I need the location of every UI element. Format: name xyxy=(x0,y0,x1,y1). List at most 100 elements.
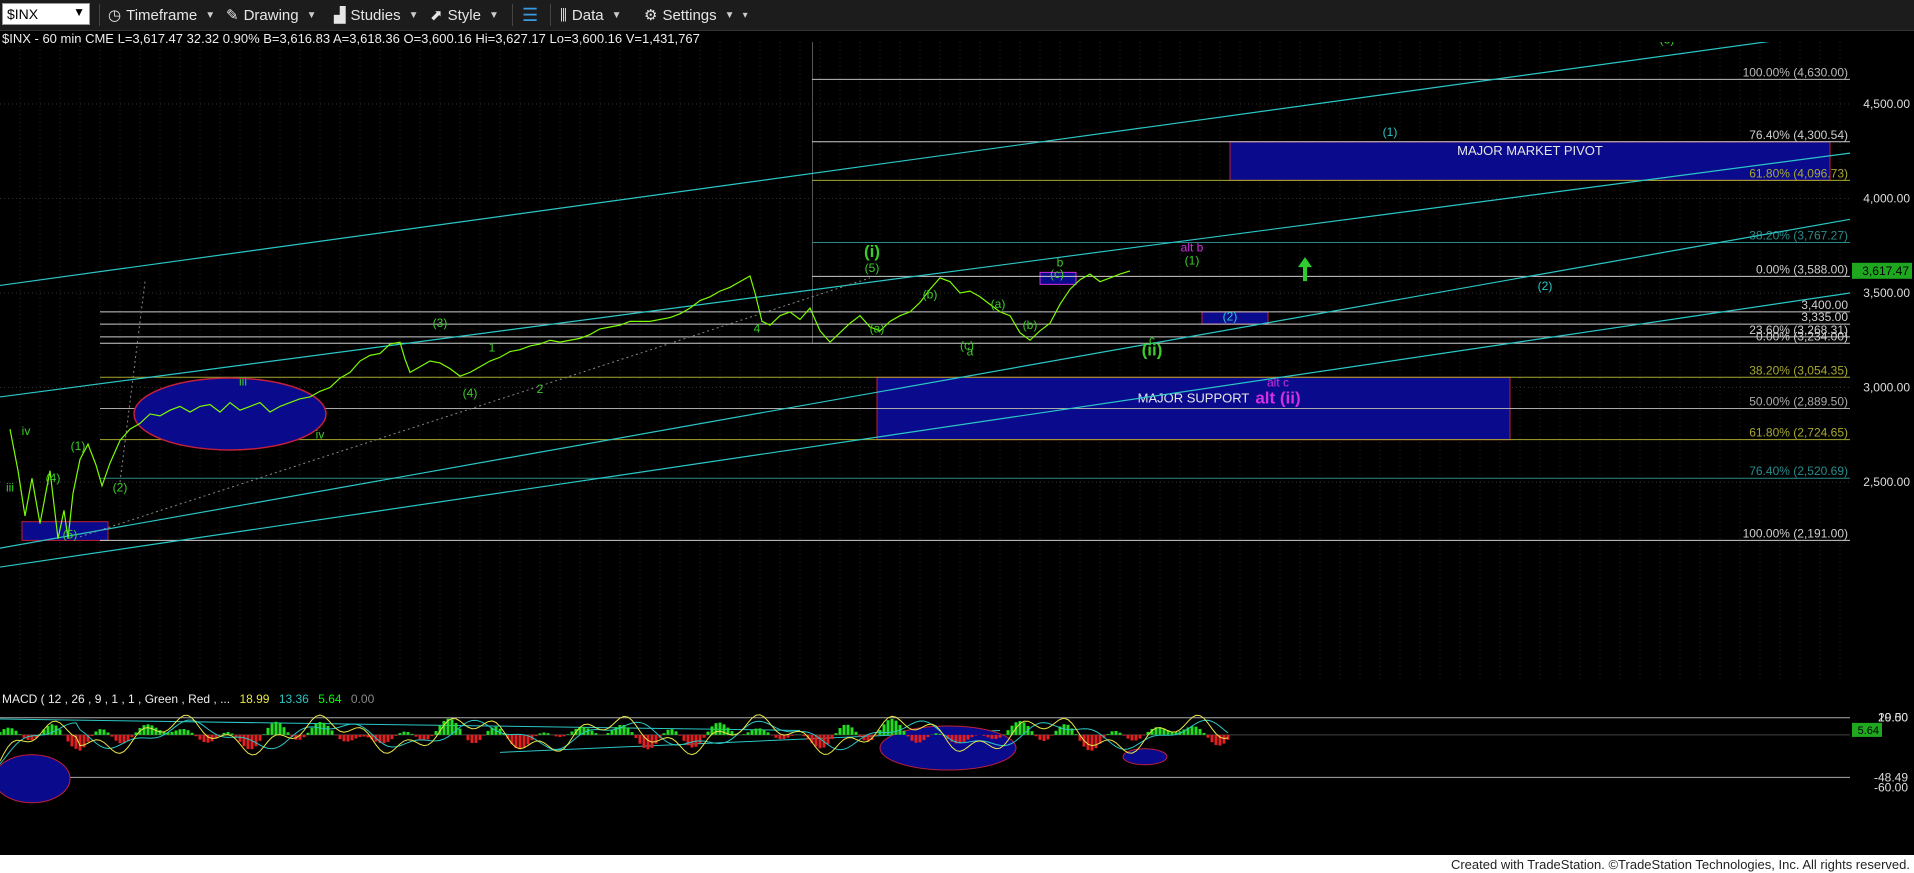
wave-label: (c) xyxy=(1050,267,1064,281)
divider xyxy=(550,4,551,26)
price-tick-label: 4,500.00 xyxy=(1863,97,1910,111)
fib-label: 0.00% (3,234.00) xyxy=(1756,329,1848,343)
wave-label: (5) xyxy=(63,528,78,542)
macd-signal-value: 13.36 xyxy=(278,692,309,706)
macd-label: MACD ( 12 , 26 , 9 , 1 , 1 , Green , Red… xyxy=(2,692,374,706)
chevron-down-icon: ▼ xyxy=(611,9,622,21)
macd-ellipse xyxy=(0,754,71,804)
fib-label: 38.20% (3,054.35) xyxy=(1749,363,1848,377)
wave-label: (2) xyxy=(113,480,128,494)
macd-tick-label: 20.00 xyxy=(1878,710,1908,724)
settings-label: Settings xyxy=(662,6,717,24)
price-axis[interactable]: 4,500.00 4,000.00 3,500.00 3,000.00 2,500.00… xyxy=(1850,42,1914,682)
macd-signal-line xyxy=(0,719,1229,765)
wave-label: (2) xyxy=(1223,309,1238,323)
price-tick-label: 3,000.00 xyxy=(1863,381,1910,395)
wave-label: 1 xyxy=(489,341,496,355)
pencil-icon: ✎ xyxy=(226,7,239,24)
wave-label: (2) xyxy=(1538,279,1553,293)
price-chart[interactable]: MAJOR MARKET PIVOT MAJOR SUPPORT 100.00% … xyxy=(0,42,1914,688)
fib-label: 0.00% (3,588.00) xyxy=(1756,262,1848,276)
chevron-down-icon: ▼ xyxy=(724,9,735,21)
data-icon: ⫼ xyxy=(560,6,567,24)
wave-label: (5) xyxy=(865,261,880,275)
style-label: Style xyxy=(447,6,481,24)
wave-label: (4) xyxy=(463,386,478,400)
wave-label: (i) xyxy=(864,242,880,261)
timeframe-label: Timeframe xyxy=(126,6,198,24)
clock-icon: ◷ xyxy=(108,7,122,24)
fib-label: 76.40% (2,520.69) xyxy=(1749,464,1848,478)
zone-label: MAJOR SUPPORT xyxy=(1138,390,1250,405)
wave-label: (a) xyxy=(991,297,1006,311)
wave-label: iii xyxy=(239,375,247,389)
copyright-text: Created with TradeStation. ©TradeStation… xyxy=(1450,857,1910,872)
studies-label: Studies xyxy=(350,6,401,24)
data-label: Data xyxy=(571,6,604,24)
chevron-down-icon: ▼ xyxy=(205,9,216,21)
style-button[interactable]: ⬈ Style ▼ xyxy=(430,3,499,27)
price-tick-label: 2,500.00 xyxy=(1863,475,1910,489)
wave-label: (1) xyxy=(1185,254,1200,268)
macd-hist-value: 5.64 xyxy=(318,692,342,706)
macd-value: 18.99 xyxy=(239,692,270,706)
layout-icon[interactable]: ☰ xyxy=(522,3,538,27)
zone-label: MAJOR MARKET PIVOT xyxy=(1457,143,1603,158)
vertical-marker xyxy=(812,42,813,344)
chevron-down-icon: ▾ xyxy=(742,9,748,21)
symbol-value: $INX xyxy=(7,6,39,22)
divider xyxy=(512,4,513,26)
fib-label: 61.80% (4,096.73) xyxy=(1749,166,1848,180)
wave-label: iii xyxy=(6,480,14,494)
fib-label: 100.00% (4,630.00) xyxy=(1743,65,1848,79)
wave-label: (b) xyxy=(923,288,938,302)
trend-channels xyxy=(0,42,1851,568)
drawing-button[interactable]: ✎ Drawing ▼ xyxy=(226,3,317,27)
up-arrow-icon xyxy=(1298,257,1312,282)
macd-ellipse xyxy=(1122,748,1168,766)
style-icon: ⬈ xyxy=(430,7,443,24)
wave-label: (3) xyxy=(1660,42,1675,47)
wave-label: 4 xyxy=(754,322,761,336)
macd-tick-label: 5.64 xyxy=(1858,725,1879,737)
chevron-down-icon: ▼ xyxy=(488,9,499,21)
symbol-input[interactable]: $INX ▼ xyxy=(2,3,90,25)
timeframe-button[interactable]: ◷ Timeframe ▼ xyxy=(108,3,215,27)
studies-button[interactable]: ▟ Studies ▼ xyxy=(334,3,419,27)
wave-label: 2 xyxy=(537,382,544,396)
settings-button[interactable]: ⚙ Settings ▼ ▾ xyxy=(644,3,748,27)
chevron-down-icon: ▼ xyxy=(408,9,419,21)
chevron-down-icon: ▼ xyxy=(306,9,317,21)
macd-axis: 19.5020.005.64-48.49-60.00 xyxy=(1850,688,1914,808)
drawing-label: Drawing xyxy=(243,6,299,24)
chevron-down-icon[interactable]: ▼ xyxy=(73,5,85,19)
fib-label: 76.40% (4,300.54) xyxy=(1749,128,1848,142)
macd-zero-value: 0.00 xyxy=(350,692,375,706)
channel-line xyxy=(0,152,1851,398)
zones: MAJOR MARKET PIVOT MAJOR SUPPORT xyxy=(21,141,1831,541)
wave-label: alt c xyxy=(1267,376,1289,390)
fib-label: 61.80% (2,724.65) xyxy=(1749,426,1848,440)
fib-label: 38.20% (3,767.27) xyxy=(1749,229,1848,243)
wave-label: (a) xyxy=(870,322,885,336)
macd-title: MACD ( 12 , 26 , 9 , 1 , 1 , Green , Red… xyxy=(2,692,231,706)
wave-label: alt (ii) xyxy=(1255,389,1300,408)
wave-label: (b) xyxy=(1023,318,1038,332)
macd-tick-label: -60.00 xyxy=(1874,780,1908,794)
wave-label: (4) xyxy=(46,471,61,485)
wave-label: (3) xyxy=(433,316,448,330)
current-price-label: 3,617.47 xyxy=(1862,264,1909,278)
gear-icon: ⚙ xyxy=(644,7,658,24)
price-tick-label: 4,000.00 xyxy=(1863,192,1910,206)
fib-label: 50.00% (2,889.50) xyxy=(1749,394,1848,408)
fib-label: 100.00% (2,191.00) xyxy=(1743,526,1848,540)
grid xyxy=(0,42,1850,682)
wave-label: (1) xyxy=(71,439,86,453)
data-button[interactable]: ⫼ Data ▼ xyxy=(560,3,622,27)
wave-label: c xyxy=(1149,333,1155,347)
wave-label: (c) xyxy=(960,339,974,353)
macd-panel[interactable]: 19.5020.005.64-48.49-60.00 xyxy=(0,688,1914,808)
wave-label: iv xyxy=(22,424,31,438)
studies-icon: ▟ xyxy=(334,7,346,24)
divider xyxy=(99,4,100,26)
